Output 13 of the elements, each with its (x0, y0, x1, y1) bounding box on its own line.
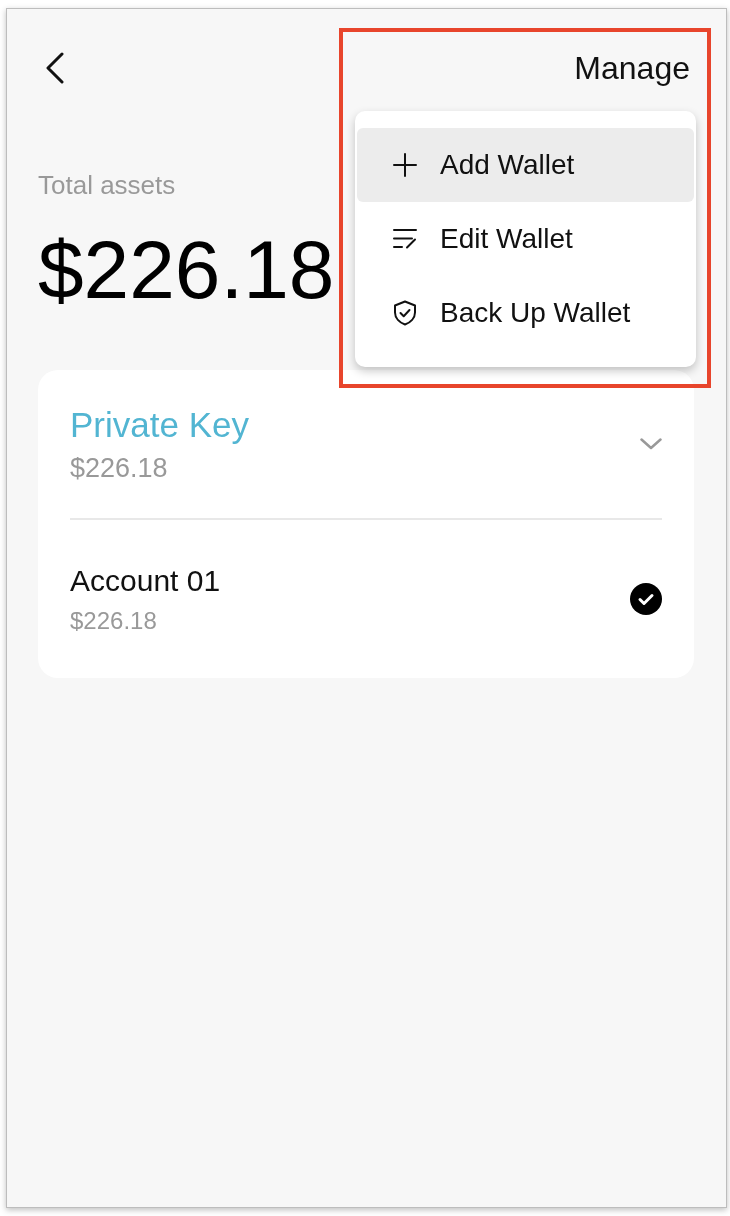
shield-check-icon (393, 300, 417, 326)
menu-item[interactable]: Add Wallet (357, 128, 694, 202)
wallet-name: Private Key (70, 405, 249, 445)
chevron-down-icon[interactable] (640, 438, 662, 450)
wallet-balance: $226.18 (70, 453, 168, 483)
edit-list-icon (393, 229, 417, 249)
back-chevron-icon (46, 52, 64, 84)
account-balance: $226.18 (70, 608, 157, 634)
total-assets-value: $226.18 (38, 229, 335, 311)
manage-button[interactable]: Manage (574, 49, 690, 87)
total-assets-label: Total assets (38, 170, 176, 200)
plus-icon (393, 153, 417, 177)
account-name[interactable]: Account 01 (70, 564, 221, 598)
